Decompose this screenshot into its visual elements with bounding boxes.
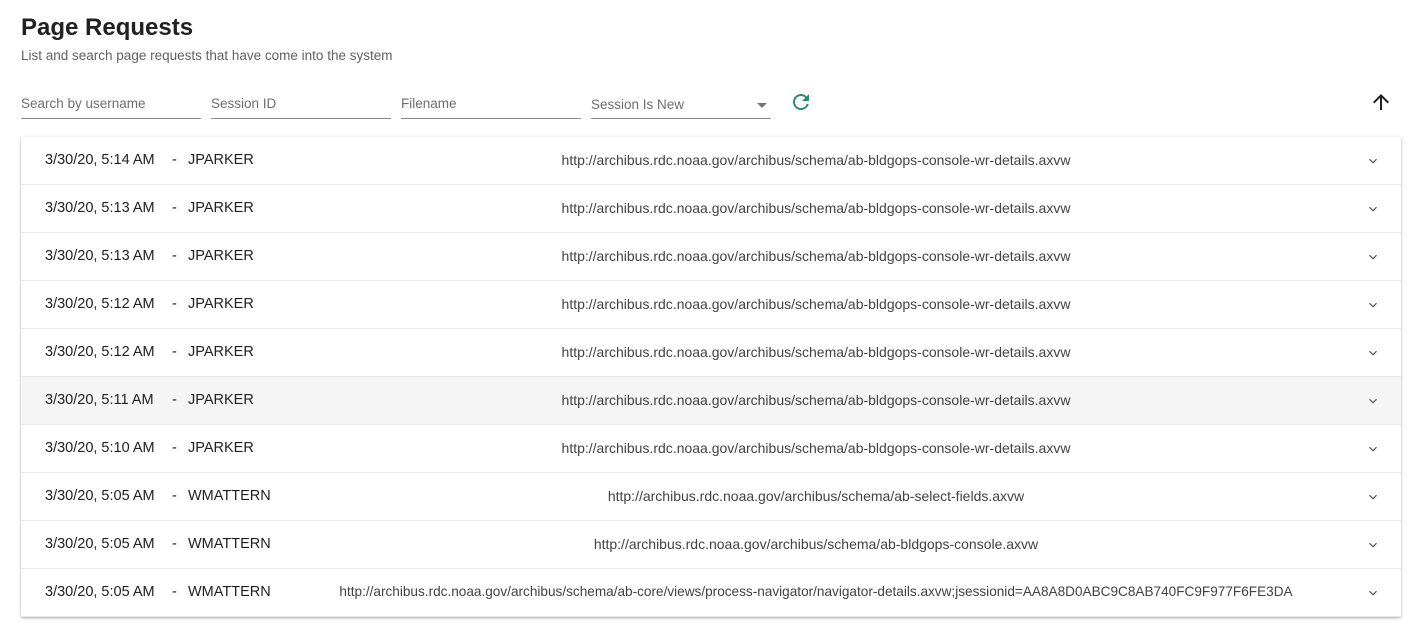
chevron-down-icon[interactable] [1365, 345, 1381, 361]
request-username: JPARKER [188, 392, 254, 408]
request-username: JPARKER [188, 200, 254, 216]
request-row[interactable]: 3/30/20, 5:13 AM - JPARKER http://archib… [21, 185, 1401, 233]
request-timestamp: 3/30/20, 5:11 AM [45, 392, 154, 408]
request-username: JPARKER [188, 152, 254, 168]
session-id-field [211, 90, 391, 119]
session-is-new-select[interactable]: Session Is New [591, 90, 771, 119]
request-row[interactable]: 3/30/20, 5:12 AM - JPARKER http://archib… [21, 329, 1401, 377]
request-url: http://archibus.rdc.noaa.gov/archibus/sc… [561, 296, 1071, 312]
session-id-input[interactable] [211, 96, 389, 111]
request-url: http://archibus.rdc.noaa.gov/archibus/sc… [607, 488, 1025, 504]
session-is-new-label: Session Is New [591, 97, 685, 112]
filter-bar: Session Is New [21, 90, 1391, 120]
separator-dash: - [172, 152, 177, 168]
refresh-button[interactable] [789, 90, 813, 114]
separator-dash: - [172, 200, 177, 216]
page-requests-view: Page Requests List and search page reque… [0, 0, 1409, 623]
request-url: http://archibus.rdc.noaa.gov/archibus/sc… [561, 152, 1071, 168]
dropdown-caret-icon [757, 103, 767, 108]
page-subtitle: List and search page requests that have … [21, 48, 393, 63]
request-timestamp: 3/30/20, 5:10 AM [45, 440, 155, 456]
request-row[interactable]: 3/30/20, 5:14 AM - JPARKER http://archib… [21, 137, 1401, 185]
chevron-down-icon[interactable] [1365, 537, 1381, 553]
chevron-down-icon[interactable] [1365, 441, 1381, 457]
request-username: WMATTERN [188, 536, 271, 552]
request-timestamp: 3/30/20, 5:13 AM [45, 248, 155, 264]
request-url: http://archibus.rdc.noaa.gov/archibus/sc… [561, 440, 1071, 456]
request-url: http://archibus.rdc.noaa.gov/archibus/sc… [561, 200, 1071, 216]
request-row[interactable]: 3/30/20, 5:05 AM - WMATTERN http://archi… [21, 473, 1401, 521]
separator-dash: - [172, 584, 177, 600]
request-timestamp: 3/30/20, 5:12 AM [45, 296, 155, 312]
username-search-input[interactable] [21, 96, 199, 111]
page-request-list: 3/30/20, 5:14 AM - JPARKER http://archib… [21, 137, 1401, 617]
request-timestamp: 3/30/20, 5:05 AM [45, 584, 155, 600]
request-row[interactable]: 3/30/20, 5:13 AM - JPARKER http://archib… [21, 233, 1401, 281]
sort-direction-button[interactable] [1369, 90, 1393, 114]
chevron-down-icon[interactable] [1365, 585, 1381, 601]
request-username: JPARKER [188, 296, 254, 312]
request-row[interactable]: 3/30/20, 5:05 AM - WMATTERN http://archi… [21, 521, 1401, 569]
request-timestamp: 3/30/20, 5:14 AM [45, 152, 155, 168]
request-timestamp: 3/30/20, 5:13 AM [45, 200, 155, 216]
request-username: WMATTERN [188, 488, 271, 504]
separator-dash: - [172, 536, 177, 552]
request-url: http://archibus.rdc.noaa.gov/archibus/sc… [561, 248, 1071, 264]
request-url: http://archibus.rdc.noaa.gov/archibus/sc… [561, 344, 1071, 360]
request-timestamp: 3/30/20, 5:05 AM [45, 536, 155, 552]
request-timestamp: 3/30/20, 5:12 AM [45, 344, 155, 360]
request-row[interactable]: 3/30/20, 5:12 AM - JPARKER http://archib… [21, 281, 1401, 329]
refresh-icon [793, 94, 809, 110]
chevron-down-icon[interactable] [1365, 297, 1381, 313]
chevron-down-icon[interactable] [1365, 393, 1381, 409]
request-timestamp: 3/30/20, 5:05 AM [45, 488, 155, 504]
chevron-down-icon[interactable] [1365, 249, 1381, 265]
request-username: JPARKER [188, 248, 254, 264]
chevron-down-icon[interactable] [1365, 201, 1381, 217]
separator-dash: - [172, 296, 177, 312]
request-row[interactable]: 3/30/20, 5:10 AM - JPARKER http://archib… [21, 425, 1401, 473]
request-url: http://archibus.rdc.noaa.gov/archibus/sc… [561, 392, 1071, 408]
separator-dash: - [172, 248, 177, 264]
request-username: JPARKER [188, 344, 254, 360]
separator-dash: - [172, 392, 177, 408]
arrow-up-icon [1373, 94, 1389, 110]
filename-field [401, 90, 581, 119]
chevron-down-icon[interactable] [1365, 489, 1381, 505]
username-field [21, 90, 201, 119]
request-url: http://archibus.rdc.noaa.gov/archibus/sc… [339, 584, 1293, 599]
separator-dash: - [172, 344, 177, 360]
page-title: Page Requests [21, 14, 194, 41]
request-username: WMATTERN [188, 584, 271, 600]
filename-input[interactable] [401, 96, 579, 111]
request-row[interactable]: 3/30/20, 5:05 AM - WMATTERN http://archi… [21, 569, 1401, 617]
request-username: JPARKER [188, 440, 254, 456]
request-url: http://archibus.rdc.noaa.gov/archibus/sc… [593, 536, 1039, 552]
chevron-down-icon[interactable] [1365, 153, 1381, 169]
request-row[interactable]: 3/30/20, 5:11 AM - JPARKER http://archib… [21, 377, 1401, 425]
separator-dash: - [172, 440, 177, 456]
separator-dash: - [172, 488, 177, 504]
